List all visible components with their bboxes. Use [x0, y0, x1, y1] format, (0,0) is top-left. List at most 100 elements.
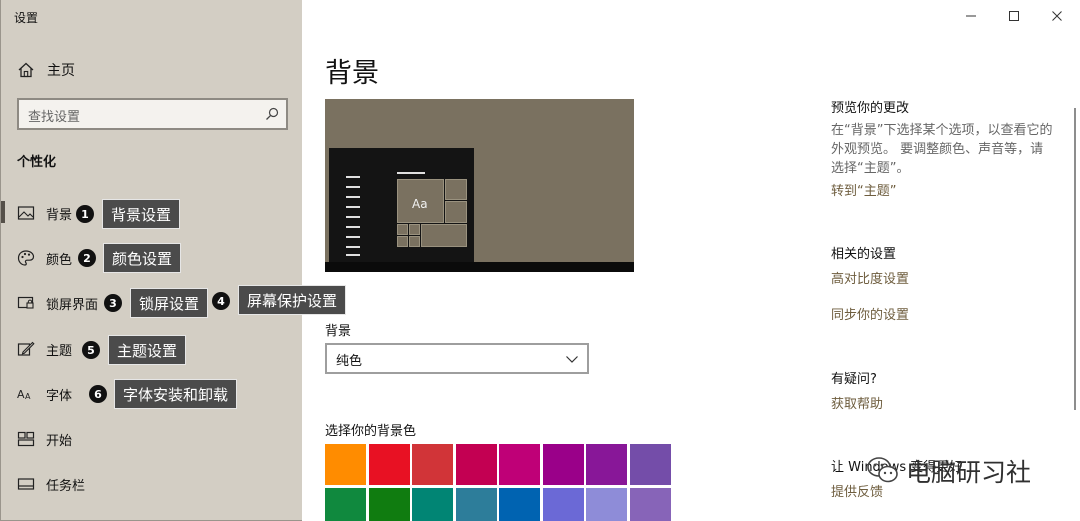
annotation-tag-colors: 颜色设置: [103, 243, 182, 273]
preview-line: [346, 236, 360, 238]
color-swatch[interactable]: [629, 488, 671, 521]
annotation-number-badge: 4: [212, 292, 230, 310]
chevron-down-icon: [566, 356, 578, 363]
close-button[interactable]: [1047, 6, 1067, 26]
taskbar-icon: [17, 478, 35, 490]
watermark-text: 电脑研习社: [906, 458, 1032, 487]
background-type-value: 纯色: [336, 354, 363, 369]
annotation-tag-fonts: 字体安装和卸载: [114, 379, 238, 409]
annotation-tag-themes: 主题设置: [108, 335, 187, 365]
minimize-button[interactable]: [961, 6, 981, 26]
background-label: 背景: [325, 324, 352, 339]
color-swatch[interactable]: [499, 444, 540, 485]
color-swatch[interactable]: [412, 444, 453, 485]
preview-line: [346, 176, 360, 178]
maximize-button[interactable]: [1004, 6, 1024, 26]
annotation-number-badge: 2: [78, 249, 96, 267]
question-heading: 有疑问?: [831, 372, 877, 387]
search-placeholder: 查找设置: [28, 110, 81, 125]
home-icon: [18, 62, 34, 78]
lock-screen-icon: [17, 296, 34, 309]
start-tiles-icon: [17, 431, 35, 447]
search-icon[interactable]: [264, 106, 280, 122]
close-icon: [1052, 11, 1062, 21]
preview-rail: [335, 175, 343, 261]
scrollbar[interactable]: [1074, 108, 1076, 410]
sync-settings-link[interactable]: 同步你的设置: [831, 304, 909, 323]
preview-tile: [445, 179, 467, 200]
annotation-number-badge: 5: [82, 341, 100, 359]
background-preview: Aa: [325, 99, 634, 272]
annotation-number-badge: 3: [104, 294, 122, 312]
sidebar-item-start[interactable]: 开始: [1, 421, 303, 457]
sidebar-item-label: 字体: [46, 388, 73, 404]
preview-tile: [445, 201, 467, 223]
preview-description: 在“背景”下选择某个选项，以查看它的外观预览。 要调整颜色、声音等，请选择“主题…: [831, 123, 1053, 176]
color-swatch[interactable]: [629, 444, 671, 485]
search-input[interactable]: 查找设置: [17, 98, 288, 130]
color-swatch[interactable]: [542, 444, 584, 485]
color-swatch[interactable]: [455, 488, 497, 521]
font-icon: A A: [17, 388, 31, 401]
sidebar-item-label: 开始: [46, 433, 73, 449]
annotation-tag-lock-screen: 锁屏设置: [130, 288, 209, 318]
preview-heading: 预览你的更改: [831, 101, 910, 116]
sidebar-item-label: 主题: [46, 343, 73, 359]
sidebar-item-label: 锁屏界面: [46, 297, 99, 313]
app-title: 设置: [14, 11, 39, 25]
palette-icon: [17, 250, 35, 266]
go-to-themes-link[interactable]: 转到“主题”: [831, 180, 896, 199]
preview-start-menu: Aa: [329, 148, 474, 262]
maximize-icon: [1009, 11, 1019, 21]
preview-tile: [397, 224, 408, 235]
preview-tile: [397, 236, 408, 247]
preview-line: [346, 186, 360, 188]
preview-line: [397, 172, 425, 174]
preview-line: [346, 216, 360, 218]
color-swatch[interactable]: [499, 488, 540, 521]
svg-text:A: A: [25, 392, 31, 401]
preview-line: [346, 226, 360, 228]
color-label: 选择你的背景色: [325, 424, 417, 439]
preview-tile-text: Aa: [412, 197, 428, 211]
sidebar-item-label: 颜色: [46, 252, 73, 268]
color-swatch[interactable]: [368, 444, 410, 485]
preview-taskbar: [325, 262, 634, 272]
sidebar-item-taskbar[interactable]: 任务栏: [1, 466, 303, 502]
page-title: 背景: [325, 58, 379, 89]
related-settings-heading: 相关的设置: [831, 247, 897, 262]
high-contrast-link[interactable]: 高对比度设置: [831, 268, 909, 287]
minimize-icon: [966, 15, 976, 17]
watermark: 电脑研习社: [864, 452, 1031, 490]
color-swatch[interactable]: [412, 488, 453, 521]
preview-line: [346, 246, 360, 248]
picture-icon: [17, 206, 35, 220]
color-swatch[interactable]: [542, 488, 584, 521]
preview-line: [346, 254, 360, 256]
preview-tile: [409, 224, 420, 235]
background-type-select[interactable]: 纯色: [325, 343, 589, 374]
annotation-tag-screensaver: 屏幕保护设置: [238, 285, 347, 315]
sidebar-item-label: 背景: [46, 207, 73, 223]
preview-line: [346, 206, 360, 208]
theme-pen-icon: [17, 341, 35, 356]
svg-text:A: A: [17, 388, 25, 401]
annotation-number-badge: 1: [76, 205, 94, 223]
preview-tile: [421, 224, 467, 247]
get-help-link[interactable]: 获取帮助: [831, 393, 883, 412]
color-swatch[interactable]: [586, 444, 627, 485]
sidebar-item-label: 任务栏: [46, 478, 86, 494]
color-swatch[interactable]: [325, 488, 366, 521]
color-swatch[interactable]: [586, 488, 627, 521]
color-swatch[interactable]: [325, 444, 366, 485]
color-swatch[interactable]: [368, 488, 410, 521]
annotation-number-badge: 6: [89, 385, 107, 403]
sidebar-home[interactable]: 主页: [17, 58, 75, 82]
wechat-icon: [867, 457, 898, 483]
home-label: 主页: [47, 63, 75, 79]
preview-tile: [409, 236, 420, 247]
color-swatch[interactable]: [455, 444, 497, 485]
preview-line: [346, 196, 360, 198]
section-title: 个性化: [17, 155, 57, 170]
annotation-tag-background: 背景设置: [102, 199, 181, 229]
